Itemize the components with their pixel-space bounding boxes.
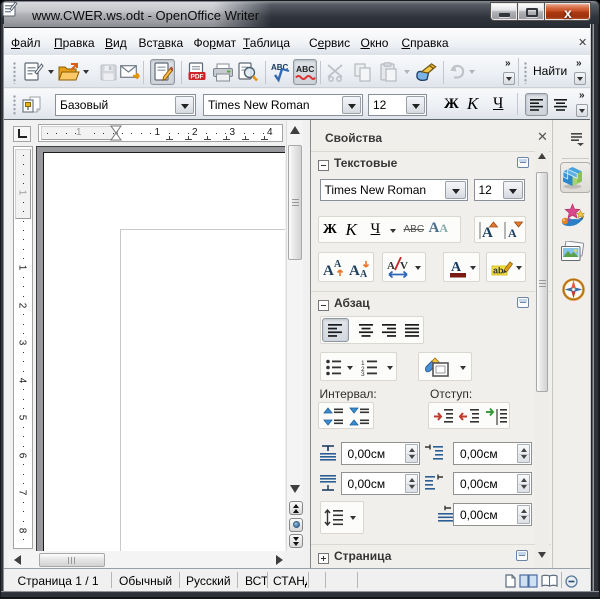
svg-text:PDF: PDF (191, 73, 204, 80)
svg-text:A: A (349, 263, 360, 279)
svg-text:A: A (451, 260, 462, 275)
svg-text:A: A (387, 260, 395, 272)
svg-text:A: A (508, 226, 517, 240)
svg-text:ABC: ABC (296, 64, 314, 74)
svg-text:A: A (323, 263, 334, 279)
svg-text:A: A (334, 259, 342, 270)
svg-text:V: V (400, 260, 408, 272)
svg-text:ab: ab (493, 266, 504, 276)
svg-text:3: 3 (361, 371, 365, 376)
svg-text:A: A (360, 269, 368, 279)
